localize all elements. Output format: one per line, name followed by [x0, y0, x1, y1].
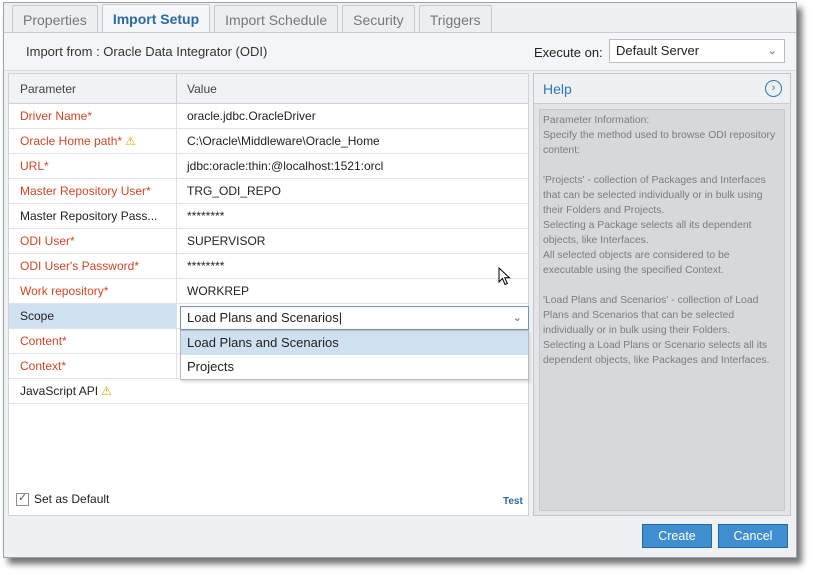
- create-button[interactable]: Create: [642, 524, 712, 548]
- dropdown-option-load-plans[interactable]: Load Plans and Scenarios: [181, 331, 528, 355]
- scope-combobox[interactable]: Load Plans and Scenarios| ⌄: [180, 306, 529, 330]
- param-name: Master Repository Pass...: [9, 204, 177, 228]
- execute-on-value: Default Server: [616, 43, 700, 58]
- scope-value: Load Plans and Scenarios: [187, 310, 339, 325]
- param-value[interactable]: SUPERVISOR: [177, 229, 528, 253]
- table-row[interactable]: Work repository* WORKREP: [9, 279, 528, 304]
- table-row[interactable]: ODI User's Password* ********: [9, 254, 528, 279]
- param-name: URL*: [9, 154, 177, 178]
- param-name-cell: Oracle Home path* ⚠: [9, 129, 177, 153]
- set-default-label: Set as Default: [34, 492, 110, 506]
- cancel-button[interactable]: Cancel: [718, 524, 788, 548]
- execute-on-select[interactable]: Default Server ⌄: [609, 39, 785, 63]
- param-value: [177, 379, 528, 403]
- param-value[interactable]: ********: [177, 254, 528, 278]
- param-name-cell: JavaScript API ⚠: [9, 379, 177, 403]
- table-row[interactable]: Driver Name* oracle.jdbc.OracleDriver: [9, 104, 528, 129]
- import-dialog: Properties Import Setup Import Schedule …: [3, 2, 797, 558]
- param-name: ODI User*: [9, 229, 177, 253]
- table-row[interactable]: Master Repository User* TRG_ODI_REPO: [9, 179, 528, 204]
- param-value[interactable]: oracle.jdbc.OracleDriver: [177, 104, 528, 128]
- tab-import-schedule[interactable]: Import Schedule: [214, 5, 339, 33]
- test-link[interactable]: Test: [503, 496, 523, 507]
- parameter-table: Parameter Value Driver Name* oracle.jdbc…: [8, 73, 529, 516]
- column-header-parameter: Parameter: [9, 74, 177, 103]
- param-name: JavaScript API: [20, 384, 99, 398]
- set-default-checkbox[interactable]: [16, 491, 29, 506]
- param-name: Scope: [9, 304, 177, 328]
- mouse-cursor-icon: [498, 267, 511, 286]
- chevron-down-icon[interactable]: ⌄: [513, 307, 522, 329]
- help-panel: Help › Parameter Information: Specify th…: [533, 73, 791, 516]
- tab-triggers[interactable]: Triggers: [418, 5, 492, 33]
- param-name: Context*: [9, 354, 177, 378]
- table-row[interactable]: URL* jdbc:oracle:thin:@localhost:1521:or…: [9, 154, 528, 179]
- set-default-row[interactable]: Set as Default: [16, 491, 110, 506]
- import-from-label: Import from : Oracle Data Integrator (OD…: [26, 44, 268, 59]
- warning-icon: ⚠: [101, 384, 112, 398]
- param-value[interactable]: ********: [177, 204, 528, 228]
- chevron-down-icon: ⌄: [767, 45, 777, 57]
- import-header: Import from : Oracle Data Integrator (OD…: [4, 33, 796, 71]
- column-header-value: Value: [187, 82, 217, 96]
- param-name: Content*: [9, 329, 177, 353]
- param-value[interactable]: jdbc:oracle:thin:@localhost:1521:orcl: [177, 154, 528, 178]
- table-row[interactable]: Master Repository Pass... ********: [9, 204, 528, 229]
- table-row[interactable]: JavaScript API ⚠: [9, 379, 528, 404]
- param-value[interactable]: WORKREP: [177, 279, 528, 303]
- help-title: Help: [543, 81, 572, 97]
- param-name: Master Repository User*: [9, 179, 177, 203]
- table-row[interactable]: ODI User* SUPERVISOR: [9, 229, 528, 254]
- help-text: Parameter Information: Specify the metho…: [539, 109, 785, 511]
- dropdown-option-projects[interactable]: Projects: [181, 355, 528, 379]
- param-value[interactable]: TRG_ODI_REPO: [177, 179, 528, 203]
- param-name: Driver Name*: [9, 104, 177, 128]
- tab-security[interactable]: Security: [342, 5, 415, 33]
- table-header: Parameter Value: [9, 74, 528, 104]
- param-value[interactable]: C:\Oracle\Middleware\Oracle_Home: [177, 129, 528, 153]
- tab-properties[interactable]: Properties: [12, 5, 98, 33]
- param-name: ODI User's Password*: [9, 254, 177, 278]
- warning-icon: ⚠: [125, 134, 136, 148]
- tab-import-setup[interactable]: Import Setup: [101, 4, 211, 34]
- help-header: [534, 74, 790, 104]
- chevron-right-icon[interactable]: ›: [765, 80, 782, 97]
- scope-dropdown-list: Load Plans and Scenarios Projects: [180, 330, 529, 380]
- text-caret: |: [338, 310, 343, 325]
- execute-on-label: Execute on:: [534, 45, 603, 60]
- param-name: Oracle Home path*: [20, 134, 123, 148]
- param-name: Work repository*: [9, 279, 177, 303]
- table-row[interactable]: Oracle Home path* ⚠ C:\Oracle\Middleware\…: [9, 129, 528, 154]
- tab-bar: Properties Import Setup Import Schedule …: [12, 4, 492, 34]
